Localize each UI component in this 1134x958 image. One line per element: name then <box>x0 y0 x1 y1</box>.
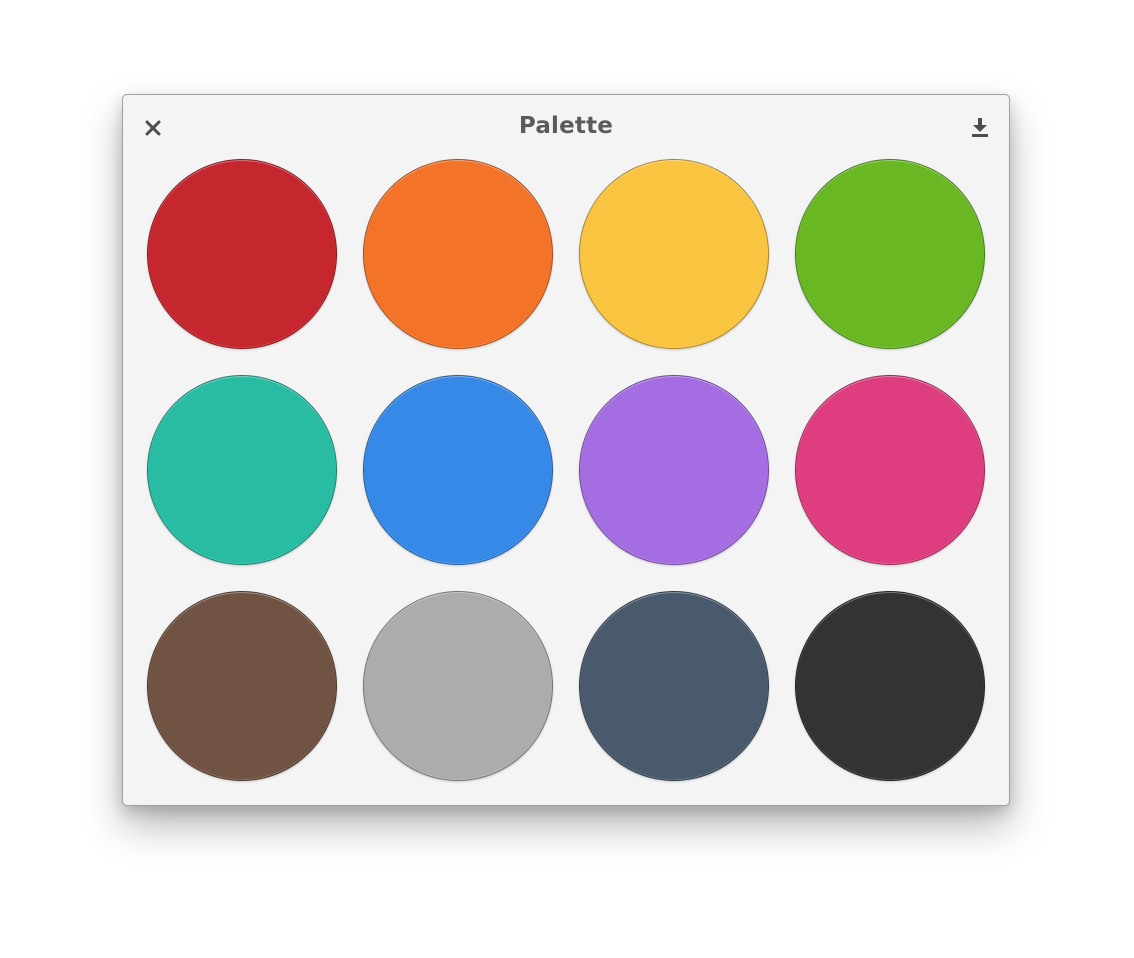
swatch-green[interactable] <box>795 159 985 349</box>
titlebar: Palette <box>123 95 1009 159</box>
window-title: Palette <box>518 113 614 139</box>
download-button[interactable] <box>967 115 993 141</box>
swatch-teal[interactable] <box>147 375 337 565</box>
swatch-red[interactable] <box>147 159 337 349</box>
swatch-brown[interactable] <box>147 591 337 781</box>
swatch-gray[interactable] <box>363 591 553 781</box>
swatch-blue[interactable] <box>363 375 553 565</box>
swatch-grid <box>147 159 987 785</box>
swatch-orange[interactable] <box>363 159 553 349</box>
swatch-slate[interactable] <box>579 591 769 781</box>
swatch-pink[interactable] <box>795 375 985 565</box>
download-icon <box>972 118 988 137</box>
swatch-purple[interactable] <box>579 375 769 565</box>
swatch-black[interactable] <box>795 591 985 781</box>
palette-window: Palette <box>122 94 1010 806</box>
swatch-yellow[interactable] <box>579 159 769 349</box>
